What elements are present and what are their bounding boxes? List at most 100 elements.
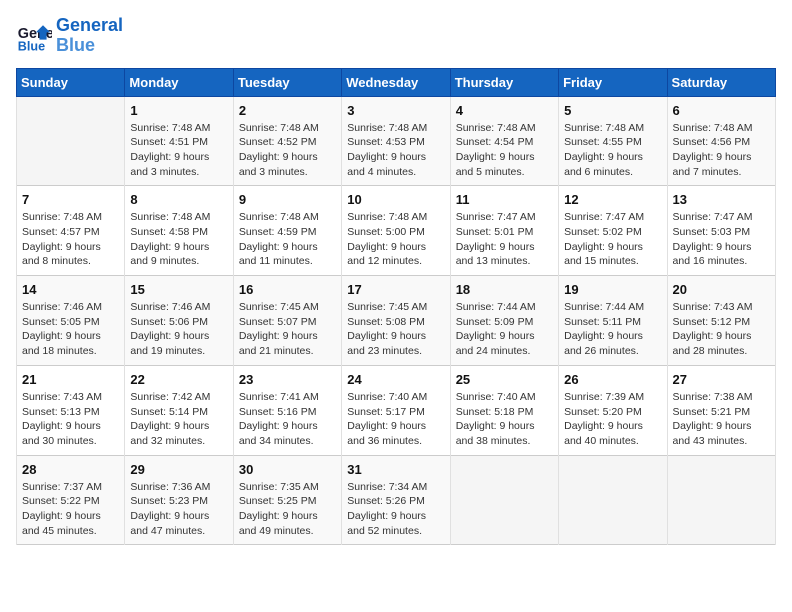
calendar-cell: 18 Sunrise: 7:44 AM Sunset: 5:09 PM Dayl… <box>450 276 558 366</box>
day-info: Sunrise: 7:47 AM Sunset: 5:01 PM Dayligh… <box>456 210 553 269</box>
calendar-cell: 11 Sunrise: 7:47 AM Sunset: 5:01 PM Dayl… <box>450 186 558 276</box>
day-info: Sunrise: 7:43 AM Sunset: 5:13 PM Dayligh… <box>22 390 119 449</box>
calendar-cell: 4 Sunrise: 7:48 AM Sunset: 4:54 PM Dayli… <box>450 96 558 186</box>
logo-icon: General Blue <box>16 18 52 54</box>
day-number: 29 <box>130 462 227 477</box>
day-info: Sunrise: 7:39 AM Sunset: 5:20 PM Dayligh… <box>564 390 661 449</box>
day-number: 11 <box>456 192 553 207</box>
day-number: 23 <box>239 372 336 387</box>
day-info: Sunrise: 7:45 AM Sunset: 5:08 PM Dayligh… <box>347 300 444 359</box>
day-number: 28 <box>22 462 119 477</box>
calendar-week-1: 1 Sunrise: 7:48 AM Sunset: 4:51 PM Dayli… <box>17 96 776 186</box>
calendar-cell: 6 Sunrise: 7:48 AM Sunset: 4:56 PM Dayli… <box>667 96 775 186</box>
day-info: Sunrise: 7:47 AM Sunset: 5:03 PM Dayligh… <box>673 210 770 269</box>
day-info: Sunrise: 7:46 AM Sunset: 5:05 PM Dayligh… <box>22 300 119 359</box>
day-info: Sunrise: 7:41 AM Sunset: 5:16 PM Dayligh… <box>239 390 336 449</box>
calendar-cell: 28 Sunrise: 7:37 AM Sunset: 5:22 PM Dayl… <box>17 455 125 545</box>
day-number: 2 <box>239 103 336 118</box>
calendar-cell: 26 Sunrise: 7:39 AM Sunset: 5:20 PM Dayl… <box>559 365 667 455</box>
calendar-cell: 25 Sunrise: 7:40 AM Sunset: 5:18 PM Dayl… <box>450 365 558 455</box>
logo: General Blue GeneralBlue <box>16 16 123 56</box>
calendar-week-3: 14 Sunrise: 7:46 AM Sunset: 5:05 PM Dayl… <box>17 276 776 366</box>
day-info: Sunrise: 7:48 AM Sunset: 4:55 PM Dayligh… <box>564 121 661 180</box>
calendar-body: 1 Sunrise: 7:48 AM Sunset: 4:51 PM Dayli… <box>17 96 776 545</box>
day-number: 15 <box>130 282 227 297</box>
day-info: Sunrise: 7:48 AM Sunset: 4:53 PM Dayligh… <box>347 121 444 180</box>
calendar-cell <box>667 455 775 545</box>
day-number: 30 <box>239 462 336 477</box>
day-info: Sunrise: 7:38 AM Sunset: 5:21 PM Dayligh… <box>673 390 770 449</box>
day-number: 31 <box>347 462 444 477</box>
day-info: Sunrise: 7:43 AM Sunset: 5:12 PM Dayligh… <box>673 300 770 359</box>
calendar-cell: 29 Sunrise: 7:36 AM Sunset: 5:23 PM Dayl… <box>125 455 233 545</box>
calendar-cell: 19 Sunrise: 7:44 AM Sunset: 5:11 PM Dayl… <box>559 276 667 366</box>
calendar-cell: 20 Sunrise: 7:43 AM Sunset: 5:12 PM Dayl… <box>667 276 775 366</box>
svg-text:Blue: Blue <box>18 39 45 53</box>
day-number: 14 <box>22 282 119 297</box>
weekday-header-tuesday: Tuesday <box>233 68 341 96</box>
calendar-cell: 17 Sunrise: 7:45 AM Sunset: 5:08 PM Dayl… <box>342 276 450 366</box>
weekday-header-saturday: Saturday <box>667 68 775 96</box>
day-info: Sunrise: 7:42 AM Sunset: 5:14 PM Dayligh… <box>130 390 227 449</box>
calendar-table: SundayMondayTuesdayWednesdayThursdayFrid… <box>16 68 776 546</box>
weekday-header-sunday: Sunday <box>17 68 125 96</box>
day-info: Sunrise: 7:48 AM Sunset: 4:54 PM Dayligh… <box>456 121 553 180</box>
calendar-cell: 21 Sunrise: 7:43 AM Sunset: 5:13 PM Dayl… <box>17 365 125 455</box>
day-number: 1 <box>130 103 227 118</box>
day-info: Sunrise: 7:37 AM Sunset: 5:22 PM Dayligh… <box>22 480 119 539</box>
calendar-cell: 2 Sunrise: 7:48 AM Sunset: 4:52 PM Dayli… <box>233 96 341 186</box>
calendar-cell: 31 Sunrise: 7:34 AM Sunset: 5:26 PM Dayl… <box>342 455 450 545</box>
day-number: 19 <box>564 282 661 297</box>
page-header: General Blue GeneralBlue <box>16 16 776 56</box>
calendar-cell: 8 Sunrise: 7:48 AM Sunset: 4:58 PM Dayli… <box>125 186 233 276</box>
day-info: Sunrise: 7:44 AM Sunset: 5:09 PM Dayligh… <box>456 300 553 359</box>
day-number: 9 <box>239 192 336 207</box>
logo-text: GeneralBlue <box>56 16 123 56</box>
calendar-cell: 7 Sunrise: 7:48 AM Sunset: 4:57 PM Dayli… <box>17 186 125 276</box>
day-number: 26 <box>564 372 661 387</box>
calendar-cell: 14 Sunrise: 7:46 AM Sunset: 5:05 PM Dayl… <box>17 276 125 366</box>
day-number: 10 <box>347 192 444 207</box>
day-info: Sunrise: 7:48 AM Sunset: 4:59 PM Dayligh… <box>239 210 336 269</box>
calendar-cell: 12 Sunrise: 7:47 AM Sunset: 5:02 PM Dayl… <box>559 186 667 276</box>
day-info: Sunrise: 7:48 AM Sunset: 4:56 PM Dayligh… <box>673 121 770 180</box>
day-number: 4 <box>456 103 553 118</box>
calendar-cell: 10 Sunrise: 7:48 AM Sunset: 5:00 PM Dayl… <box>342 186 450 276</box>
day-number: 18 <box>456 282 553 297</box>
day-number: 20 <box>673 282 770 297</box>
calendar-cell <box>450 455 558 545</box>
day-info: Sunrise: 7:45 AM Sunset: 5:07 PM Dayligh… <box>239 300 336 359</box>
day-number: 21 <box>22 372 119 387</box>
weekday-header-friday: Friday <box>559 68 667 96</box>
calendar-cell: 22 Sunrise: 7:42 AM Sunset: 5:14 PM Dayl… <box>125 365 233 455</box>
day-info: Sunrise: 7:47 AM Sunset: 5:02 PM Dayligh… <box>564 210 661 269</box>
day-info: Sunrise: 7:34 AM Sunset: 5:26 PM Dayligh… <box>347 480 444 539</box>
calendar-cell: 16 Sunrise: 7:45 AM Sunset: 5:07 PM Dayl… <box>233 276 341 366</box>
day-info: Sunrise: 7:48 AM Sunset: 5:00 PM Dayligh… <box>347 210 444 269</box>
day-info: Sunrise: 7:48 AM Sunset: 4:57 PM Dayligh… <box>22 210 119 269</box>
day-number: 27 <box>673 372 770 387</box>
calendar-cell <box>559 455 667 545</box>
calendar-week-4: 21 Sunrise: 7:43 AM Sunset: 5:13 PM Dayl… <box>17 365 776 455</box>
day-number: 8 <box>130 192 227 207</box>
calendar-header: SundayMondayTuesdayWednesdayThursdayFrid… <box>17 68 776 96</box>
day-number: 13 <box>673 192 770 207</box>
weekday-header-wednesday: Wednesday <box>342 68 450 96</box>
calendar-cell <box>17 96 125 186</box>
calendar-cell: 27 Sunrise: 7:38 AM Sunset: 5:21 PM Dayl… <box>667 365 775 455</box>
day-number: 5 <box>564 103 661 118</box>
day-number: 16 <box>239 282 336 297</box>
calendar-week-5: 28 Sunrise: 7:37 AM Sunset: 5:22 PM Dayl… <box>17 455 776 545</box>
day-info: Sunrise: 7:36 AM Sunset: 5:23 PM Dayligh… <box>130 480 227 539</box>
calendar-cell: 24 Sunrise: 7:40 AM Sunset: 5:17 PM Dayl… <box>342 365 450 455</box>
day-info: Sunrise: 7:48 AM Sunset: 4:51 PM Dayligh… <box>130 121 227 180</box>
day-number: 12 <box>564 192 661 207</box>
weekday-header-thursday: Thursday <box>450 68 558 96</box>
calendar-cell: 3 Sunrise: 7:48 AM Sunset: 4:53 PM Dayli… <box>342 96 450 186</box>
day-number: 3 <box>347 103 444 118</box>
calendar-cell: 13 Sunrise: 7:47 AM Sunset: 5:03 PM Dayl… <box>667 186 775 276</box>
day-number: 22 <box>130 372 227 387</box>
day-info: Sunrise: 7:35 AM Sunset: 5:25 PM Dayligh… <box>239 480 336 539</box>
weekday-row: SundayMondayTuesdayWednesdayThursdayFrid… <box>17 68 776 96</box>
day-info: Sunrise: 7:40 AM Sunset: 5:18 PM Dayligh… <box>456 390 553 449</box>
